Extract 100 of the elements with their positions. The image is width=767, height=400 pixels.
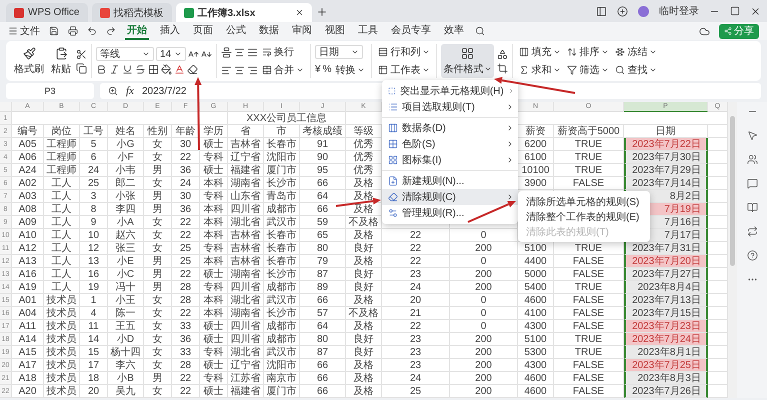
table-cell: 80 [316,242,328,254]
table-cell-text: 技术员 [46,372,76,385]
table-cell-text: 男 [152,164,162,177]
table-cell: 87 [316,346,328,358]
table-cell-text: 成都市 [266,320,296,333]
table-cell: A12 [18,242,36,254]
table-cell: 36 [180,164,192,176]
table-cell-text: 长春市 [266,138,296,151]
date-cell: 2023年7月22日 [624,138,708,151]
table-cell-text: 四川省 [230,280,260,294]
table-cell: 28 [180,282,192,292]
table-cell-text: 冯十 [116,280,136,294]
table-cell-text: 湖南省 [230,176,260,190]
table-cell: 200 [475,346,492,358]
date-cell: 2023年8月4日 [624,281,708,294]
table-cell: 4600 [524,372,547,384]
table-cell-text: 吉林省 [230,228,260,242]
table-cell: 24 [410,372,422,384]
table-cell: 23 [410,360,422,370]
table-cell-text: 优秀 [354,150,374,164]
table-cell: TRUE [574,346,602,358]
table-cell: 5400 [524,282,547,292]
table-cell-text: 专科 [204,372,224,385]
table-cell: 66 [316,386,328,396]
column-title: 省 [240,124,250,138]
table-cell: 4100 [524,308,547,318]
table-cell: FALSE [572,268,604,280]
table-cell-text: 及格 [354,372,374,385]
table-cell: 4600 [524,386,547,396]
date-cell: 2023年7月27日 [624,268,708,281]
table-cell: 10 [88,230,100,240]
table-cell-text: 小E [117,254,134,268]
table-cell: 22 [180,372,192,384]
table-cell-text: 技术员 [46,346,76,359]
table-cell: 65 [316,230,328,240]
table-cell-text: 工人 [52,268,72,281]
column-title: 薪资 [526,124,546,138]
table-cell: 8 [90,204,96,214]
table-cell: 200 [475,242,492,254]
table-cell-text: 小F [117,150,134,164]
table-cell: 200 [475,372,492,384]
table-cell: 9 [90,216,96,228]
table-cell: 4300 [524,320,547,332]
table-cell-text: 技术员 [46,332,76,346]
table-cell-text: 武汉市 [266,294,296,307]
table-cell: 0 [480,308,486,318]
table-cell: 4300 [524,360,547,370]
table-cell: 28 [180,360,192,370]
table-cell-text: 及格 [354,320,374,333]
table-cell: 22 [180,152,192,162]
column-title: 工号 [84,125,104,138]
table-cell-text: 专科 [204,280,224,294]
column-title: 日期 [656,124,676,138]
table-cell-text: 郎二 [116,176,136,190]
table-cell-text: 武汉市 [266,346,296,359]
table-cell: 22 [410,230,422,240]
table-cell: 4600 [524,294,547,306]
table-cell-text: 专科 [204,190,224,203]
table-cell-text: 硕士 [204,358,224,372]
table-cell: 24 [410,282,422,292]
table-cell-text: 长春市 [266,254,296,268]
table-cell: FALSE [572,294,604,306]
table-cell: 10100 [522,164,550,176]
table-cell: 66 [316,294,328,306]
table-cell-text: 良好 [354,242,374,255]
table-cell-text: 技术员 [46,320,76,333]
table-cell: 33 [180,320,192,332]
table-cell: 21 [410,308,422,318]
table-cell-text: 男 [152,281,162,294]
table-cell-text: 工程师 [46,151,76,164]
table-cell-text: 硕士 [204,320,224,333]
table-cell: TRUE [574,334,602,344]
table-cell: 13 [88,256,100,266]
table-cell-text: 女 [152,151,162,164]
table-cell-text: 李四 [116,202,136,216]
table-cell: TRUE [574,282,602,292]
table-cell: 24 [180,178,192,188]
table-cell: A03 [18,190,36,202]
table-cell-text: 福建省 [230,164,260,177]
table-cell-text: 成都市 [266,280,296,294]
table-cell-text: 长沙市 [266,268,296,281]
column-title: 姓名 [116,125,136,138]
table-cell-text: 小D [116,332,134,346]
table-cell: 3900 [524,178,547,188]
table-cell-text: 女 [152,346,162,359]
table-cell: 6200 [524,138,547,150]
table-cell-text: 辽宁省 [230,358,260,372]
table-cell: 90 [316,152,328,162]
table-cell-text: 及格 [354,384,374,398]
table-cell-text: 良好 [354,332,374,346]
table-cell: 15 [88,346,100,358]
table-cell: A19 [18,282,36,292]
table-cell-text: 本科 [204,176,224,190]
table-cell-text: 工人 [52,203,72,216]
table-cell-text: 辽宁省 [230,150,260,164]
table-cell: FALSE [572,308,604,318]
table-cell-text: 小王 [116,294,136,307]
table-cell-text: 良好 [354,268,374,281]
table-cell: 6100 [524,152,547,162]
table-cell: 200 [475,282,492,292]
